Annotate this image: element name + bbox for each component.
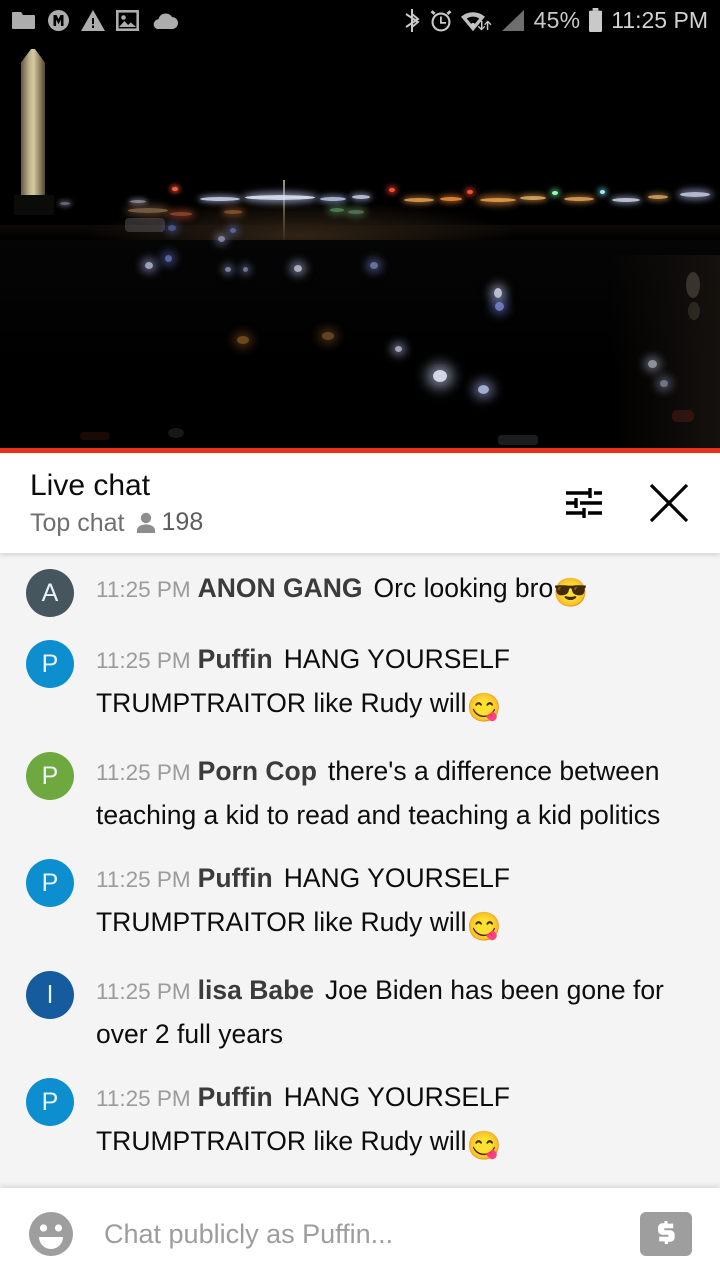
message-body: 11:25 PM Puffin HANG YOURSELF TRUMPTRAITOR… xyxy=(96,857,720,948)
message-author[interactable]: Puffin xyxy=(198,644,273,674)
status-bar-right-icons: 45% 11:25 PM xyxy=(405,7,708,34)
avatar[interactable]: l xyxy=(26,971,74,1019)
avatar[interactable]: P xyxy=(26,752,74,800)
flag-pole xyxy=(283,180,285,240)
message-timestamp: 11:25 PM xyxy=(96,760,191,785)
photo-icon xyxy=(116,9,139,31)
status-bar-clock: 11:25 PM xyxy=(611,6,708,33)
message-body: 11:25 PM Porn Cop there's a difference bet… xyxy=(96,750,720,836)
alarm-clock-icon xyxy=(430,9,452,31)
live-chat-header: Live chat Top chat 198 xyxy=(0,453,720,553)
message-timestamp: 11:25 PM xyxy=(96,867,191,892)
chat-message[interactable]: l 11:25 PM lisa Babe Joe Biden has been go… xyxy=(0,969,720,1055)
chat-message[interactable]: A 11:25 PM ANON GANG Orc looking bro😎 xyxy=(0,567,720,617)
chat-header-subrow: Top chat 198 xyxy=(30,508,203,537)
viewer-count-group: 198 xyxy=(136,508,204,537)
message-text: Orc looking bro xyxy=(373,573,554,603)
folder-icon xyxy=(12,12,35,29)
viewer-count: 198 xyxy=(161,508,204,536)
monument-base xyxy=(14,195,54,215)
circled-m-icon xyxy=(48,9,69,31)
face-savoring-food-emoji: 😋 xyxy=(466,911,502,942)
message-author[interactable]: Puffin xyxy=(198,863,273,893)
avatar[interactable]: P xyxy=(26,1078,74,1126)
chat-message[interactable]: P 11:25 PM Puffin HANG YOURSELF TRUMPTRAIT… xyxy=(0,1076,720,1167)
cloud-icon xyxy=(153,13,178,29)
emoji-face-icon[interactable] xyxy=(28,1211,74,1257)
tune-sliders-icon[interactable] xyxy=(562,483,606,523)
message-body: 11:25 PM lisa Babe Joe Biden has been gone… xyxy=(96,969,720,1055)
chat-input-bar xyxy=(0,1188,720,1280)
bluetooth-icon xyxy=(405,8,420,32)
face-savoring-food-emoji: 😋 xyxy=(466,692,502,723)
wifi-transfer-icon xyxy=(460,12,492,32)
message-timestamp: 11:25 PM xyxy=(96,979,191,1004)
message-author[interactable]: ANON GANG xyxy=(198,573,363,603)
message-body: 11:25 PM Puffin HANG YOURSELF TRUMPTRAITOR… xyxy=(96,1076,720,1167)
chat-message[interactable]: P 11:25 PM Puffin HANG YOURSELF TRUMPTRAIT… xyxy=(0,857,720,948)
video-player[interactable] xyxy=(0,40,720,453)
page-title: Live chat xyxy=(30,469,151,502)
chat-message-list[interactable]: A 11:25 PM ANON GANG Orc looking bro😎 P 11… xyxy=(0,553,720,1188)
close-icon[interactable] xyxy=(648,482,690,524)
avatar[interactable]: A xyxy=(26,569,74,617)
face-savoring-food-emoji: 😋 xyxy=(466,1130,502,1161)
washington-monument xyxy=(21,49,45,201)
phone-screen: 45% 11:25 PM Live chat Top chat 198 A 11… xyxy=(0,0,720,1280)
message-timestamp: 11:25 PM xyxy=(96,1086,191,1111)
chat-input[interactable] xyxy=(104,1218,628,1250)
message-timestamp: 11:25 PM xyxy=(96,577,191,602)
chat-header-titles: Live chat Top chat 198 xyxy=(30,469,203,537)
message-author[interactable]: Puffin xyxy=(198,1082,273,1112)
message-author[interactable]: Porn Cop xyxy=(198,756,317,786)
super-chat-button[interactable] xyxy=(640,1212,692,1256)
battery-percent: 45% xyxy=(533,6,581,33)
right-building-silhouette xyxy=(610,255,720,453)
message-body: 11:25 PM Puffin HANG YOURSELF TRUMPTRAITOR… xyxy=(96,638,720,729)
warning-triangle-icon xyxy=(81,9,105,31)
message-body: 11:25 PM ANON GANG Orc looking bro😎 xyxy=(96,567,608,617)
chat-message[interactable]: P 11:25 PM Porn Cop there's a difference b… xyxy=(0,750,720,836)
dollar-sign-icon xyxy=(658,1221,675,1244)
status-bar: 45% 11:25 PM xyxy=(0,0,720,40)
chat-header-actions xyxy=(562,482,690,524)
avatar[interactable]: P xyxy=(26,859,74,907)
horizon-haze xyxy=(0,225,720,239)
smiling-face-with-sunglasses-emoji: 😎 xyxy=(553,577,589,608)
chat-mode-label[interactable]: Top chat xyxy=(30,509,125,537)
status-bar-left-icons xyxy=(12,9,178,32)
chat-message[interactable]: P 11:25 PM Puffin HANG YOURSELF TRUMPTRAIT… xyxy=(0,638,720,729)
person-icon xyxy=(136,512,155,533)
battery-icon xyxy=(589,7,603,32)
cell-signal-icon xyxy=(501,9,524,31)
message-timestamp: 11:25 PM xyxy=(96,648,191,673)
avatar[interactable]: P xyxy=(26,640,74,688)
message-author[interactable]: lisa Babe xyxy=(198,975,314,1005)
